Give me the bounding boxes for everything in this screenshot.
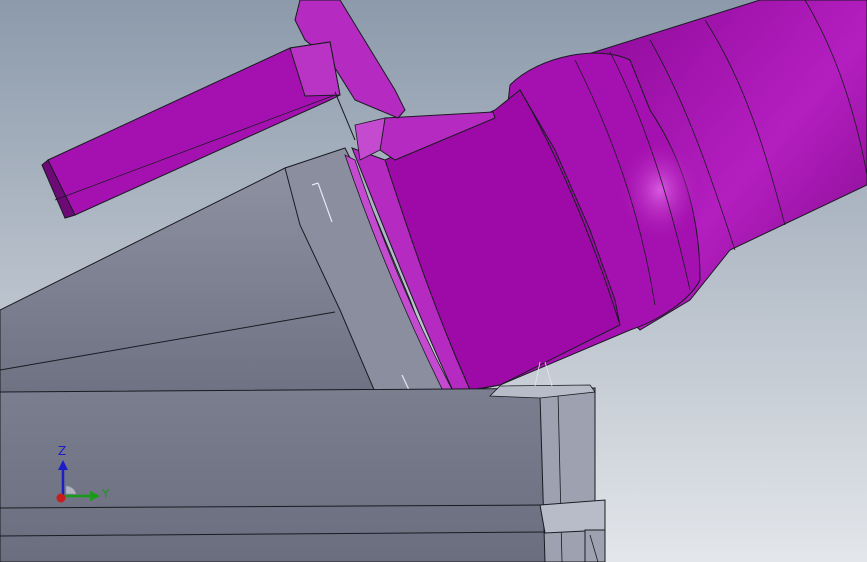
cad-graphics-viewport[interactable]: Z Y: [0, 0, 867, 562]
y-axis-label: Y: [101, 487, 110, 501]
gray-base-block[interactable]: [0, 361, 606, 562]
z-axis-label: Z: [58, 444, 66, 458]
x-axis-icon: [56, 493, 66, 503]
cad-3d-model-view[interactable]: Z Y: [0, 0, 867, 562]
